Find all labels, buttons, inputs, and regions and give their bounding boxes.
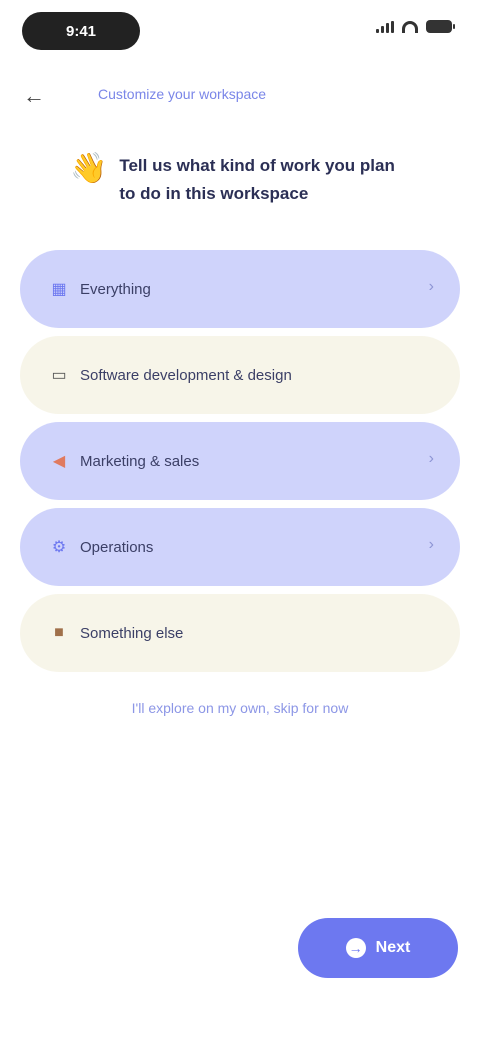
option-label: Everything bbox=[80, 280, 151, 298]
arrow-left-icon: ← bbox=[23, 83, 45, 108]
option-label: Operations bbox=[80, 538, 154, 556]
options-list: ▦ Everything › ▭ Software development & … bbox=[20, 250, 460, 680]
megaphone-icon: ◀ bbox=[52, 453, 66, 470]
status-bar: 9:41 bbox=[0, 0, 480, 64]
back-button[interactable]: ← bbox=[20, 82, 48, 110]
next-button[interactable]: → Next bbox=[298, 918, 458, 978]
header-link[interactable]: Customize your workspace bbox=[98, 86, 298, 102]
option-everything[interactable]: ▦ Everything › bbox=[20, 250, 460, 328]
option-label: Something else bbox=[80, 624, 184, 642]
status-time: 9:41 bbox=[22, 12, 140, 50]
battery-icon bbox=[426, 20, 455, 33]
prompt: 👋 Tell us what kind of work you plan to … bbox=[70, 152, 410, 208]
header: ← Customize your workspace bbox=[0, 72, 480, 120]
option-label: Marketing & sales bbox=[80, 452, 200, 470]
gear-icon: ⚙ bbox=[51, 539, 67, 556]
skip-link[interactable]: I'll explore on my own, skip for now bbox=[0, 700, 480, 716]
wifi-icon bbox=[402, 20, 418, 33]
status-icons bbox=[376, 20, 455, 33]
option-marketing[interactable]: ◀ Marketing & sales › bbox=[20, 422, 460, 500]
grid-icon: ▦ bbox=[51, 281, 67, 298]
chevron-right-icon: › bbox=[428, 536, 434, 553]
arrow-right-icon: → bbox=[345, 938, 366, 958]
option-something-else[interactable]: ■ Something else bbox=[20, 594, 460, 672]
next-label: Next bbox=[375, 939, 411, 956]
option-operations[interactable]: ⚙ Operations › bbox=[20, 508, 460, 586]
chevron-right-icon: › bbox=[428, 278, 434, 295]
option-software[interactable]: ▭ Software development & design bbox=[20, 336, 460, 414]
prompt-text: Tell us what kind of work you plan to do… bbox=[119, 156, 395, 203]
option-label: Software development & design bbox=[80, 366, 292, 384]
signal-icon bbox=[376, 20, 394, 33]
chevron-right-icon: › bbox=[428, 450, 434, 467]
wave-icon: 👋 bbox=[70, 152, 108, 185]
laptop-icon: ▭ bbox=[51, 367, 67, 384]
briefcase-icon: ■ bbox=[54, 624, 64, 641]
